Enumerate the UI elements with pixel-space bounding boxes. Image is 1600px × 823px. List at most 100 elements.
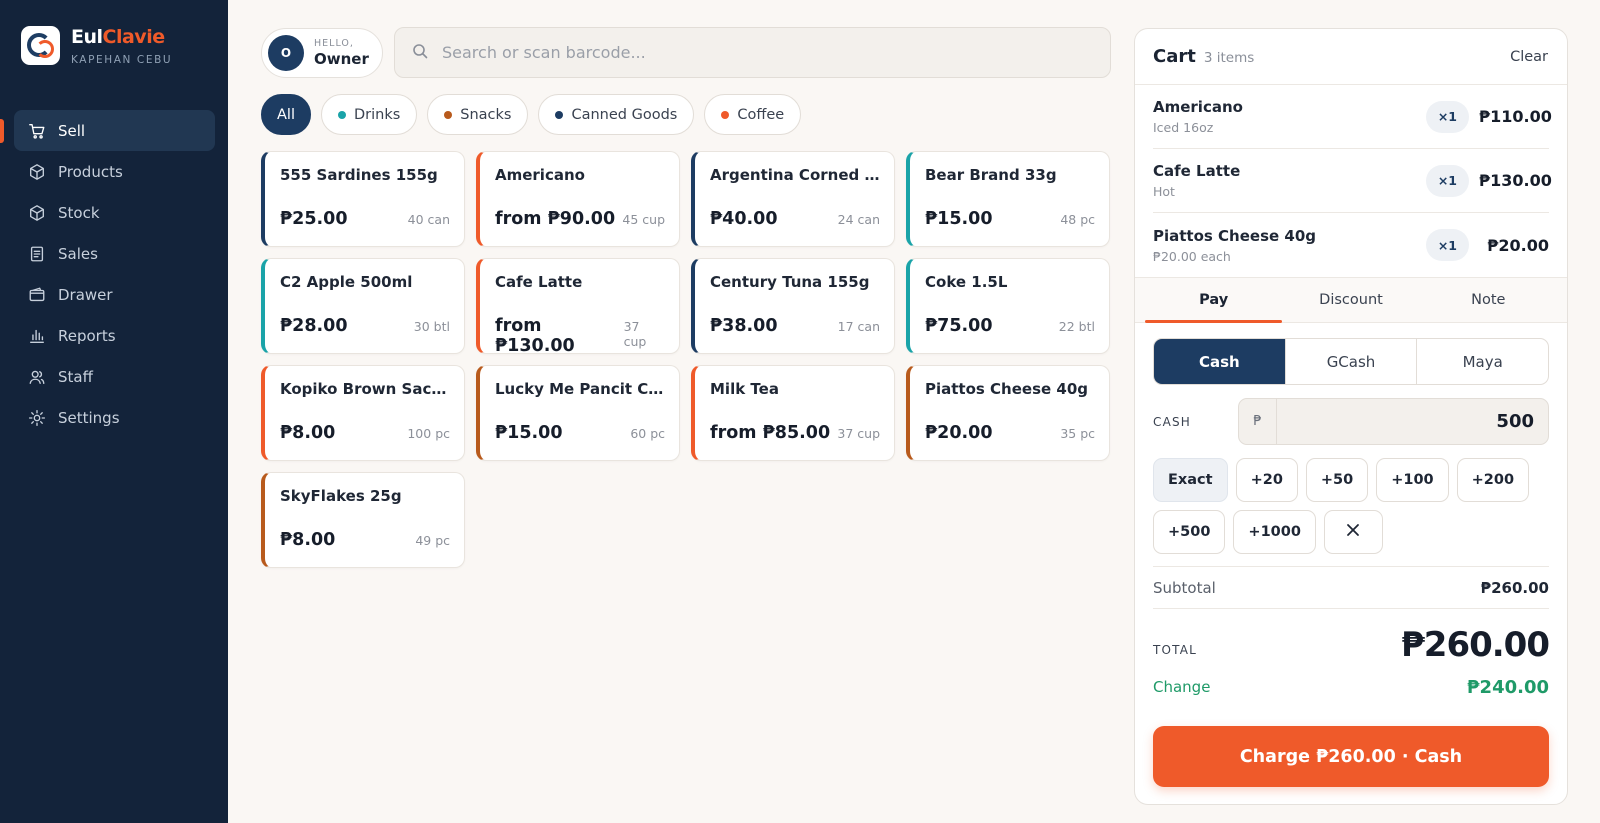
sidebar-item-sales[interactable]: Sales (14, 233, 215, 274)
product-card[interactable]: Americano from ₱90.00 45 cup (476, 151, 680, 247)
product-card[interactable]: Lucky Me Pancit Can... ₱15.00 60 pc (476, 365, 680, 461)
tab-discount[interactable]: Discount (1282, 278, 1419, 322)
cart-line-qty[interactable]: ×1 (1425, 229, 1469, 261)
product-stock: 17 can (837, 319, 880, 334)
product-stock: 30 btl (413, 319, 450, 334)
quick-amounts: Exact +20 +50 +100 +200 +500 +1000 (1153, 458, 1551, 554)
product-card[interactable]: Kopiko Brown Sachet ₱8.00 100 pc (261, 365, 465, 461)
cart-panel: Cart 3 items Clear Americano Iced 16oz ×1 ₱… (1134, 28, 1568, 805)
filter-chip-snacks[interactable]: Snacks (427, 94, 529, 135)
product-price: ₱20.00 (925, 423, 993, 443)
product-stock: 48 pc (1060, 212, 1095, 227)
sidebar-item-label: Products (58, 162, 123, 181)
brand-logo-icon (21, 26, 60, 65)
gear-icon (27, 408, 47, 428)
avatar: O (268, 35, 304, 71)
product-card[interactable]: Cafe Latte from ₱130.00 37 cup (476, 258, 680, 356)
product-name: Milk Tea (710, 380, 779, 398)
filter-chip-label: Canned Goods (571, 106, 678, 123)
cart-line[interactable]: Americano Iced 16oz ×1 ₱110.00 (1153, 85, 1552, 149)
product-price: ₱28.00 (280, 316, 348, 336)
product-name: Piattos Cheese 40g (925, 380, 1089, 398)
clear-amount-button[interactable] (1323, 510, 1383, 554)
product-name: 555 Sardines 155g (280, 166, 438, 184)
total-row: TOTAL ₱260.00 (1153, 609, 1550, 667)
cart-line-qty[interactable]: ×1 (1425, 164, 1469, 197)
charge-button[interactable]: Charge ₱260.00 · Cash (1153, 726, 1549, 787)
product-card[interactable]: Milk Tea from ₱85.00 37 cup (691, 365, 895, 461)
filter-chip-canned-goods[interactable]: Canned Goods (538, 94, 695, 135)
sidebar-nav: Sell Products Stock Sales Drawer Reports Staff… (14, 110, 215, 438)
sidebar-item-label: Stock (58, 203, 100, 222)
product-card[interactable]: Century Tuna 155g ₱38.00 17 can (691, 258, 895, 354)
quick-amount-button[interactable]: +50 (1305, 458, 1369, 502)
product-card[interactable]: Coke 1.5L ₱75.00 22 btl (906, 258, 1110, 354)
tab-pay[interactable]: Pay (1145, 278, 1283, 323)
search-bar[interactable] (394, 27, 1111, 78)
exact-amount-button[interactable]: Exact (1153, 458, 1228, 502)
filter-chip-drinks[interactable]: Drinks (320, 94, 418, 135)
cart-item-count: 3 items (1203, 50, 1255, 66)
clear-cart-button[interactable]: Clear (1510, 49, 1548, 65)
product-card[interactable]: Piattos Cheese 40g ₱20.00 35 pc (906, 365, 1110, 461)
sidebar-item-reports[interactable]: Reports (14, 315, 215, 356)
product-stock: 45 cup (622, 212, 665, 227)
cart-tabs: Pay Discount Note (1135, 277, 1567, 323)
filter-chip-coffee[interactable]: Coffee (704, 94, 802, 135)
product-price: ₱40.00 (710, 209, 778, 229)
bar-chart-icon (27, 326, 47, 346)
wallet-icon (27, 285, 47, 305)
sidebar-item-sell[interactable]: Sell (14, 110, 215, 151)
product-name: Coke 1.5L (925, 273, 1008, 291)
product-card[interactable]: 555 Sardines 155g ₱25.00 40 can (261, 151, 465, 247)
quick-amount-button[interactable]: +1000 (1233, 510, 1316, 554)
cash-row: CASH ₱ (1153, 398, 1549, 445)
payment-method-cash[interactable]: Cash (1154, 339, 1286, 384)
product-name: C2 Apple 500ml (280, 273, 413, 291)
payment-methods: Cash GCash Maya (1153, 338, 1549, 385)
payment-method-gcash[interactable]: GCash (1286, 339, 1418, 384)
quick-amount-button[interactable]: +100 (1376, 458, 1449, 502)
sidebar-item-settings[interactable]: Settings (14, 397, 215, 438)
payment-method-maya[interactable]: Maya (1417, 339, 1548, 384)
product-name: Bear Brand 33g (925, 166, 1057, 184)
change-label: Change (1153, 678, 1211, 696)
cart-line-qty[interactable]: ×1 (1425, 100, 1469, 133)
category-dot-icon (337, 110, 346, 119)
box-icon (27, 162, 47, 182)
cash-input-box[interactable]: ₱ (1238, 398, 1549, 445)
quick-amount-button[interactable]: +20 (1235, 458, 1298, 502)
sidebar-item-stock[interactable]: Stock (14, 192, 215, 233)
product-stock: 40 can (407, 212, 450, 227)
sidebar-item-products[interactable]: Products (14, 151, 215, 192)
brand-name: EulClavie (71, 26, 165, 48)
quick-amount-button[interactable]: +200 (1456, 458, 1530, 502)
product-price: ₱75.00 (925, 316, 993, 336)
sidebar-item-drawer[interactable]: Drawer (14, 274, 215, 315)
subtotal-value: ₱260.00 (1480, 578, 1549, 597)
search-input[interactable] (442, 43, 1082, 62)
cash-input[interactable] (1277, 411, 1548, 432)
sidebar-item-staff[interactable]: Staff (14, 356, 215, 397)
filter-chip-all[interactable]: All (261, 94, 311, 135)
user-name: Owner (314, 50, 369, 68)
user-greeting[interactable]: O HELLO, Owner (261, 28, 383, 78)
product-card[interactable]: Bear Brand 33g ₱15.00 48 pc (906, 151, 1110, 247)
product-card[interactable]: SkyFlakes 25g ₱8.00 49 pc (261, 472, 465, 568)
cart-line[interactable]: Cafe Latte Hot ×1 ₱130.00 (1153, 149, 1552, 213)
change-value: ₱240.00 (1467, 676, 1549, 698)
close-icon (1346, 523, 1360, 541)
cart-line[interactable]: Piattos Cheese 40g ₱20.00 each ×1 ₱20.00 (1153, 213, 1549, 277)
total-value: ₱260.00 (1401, 625, 1550, 665)
tab-note[interactable]: Note (1420, 278, 1557, 322)
product-stock: 22 btl (1058, 319, 1095, 334)
product-card[interactable]: Argentina Corned Be... ₱40.00 24 can (691, 151, 895, 247)
cart-line-detail: Iced 16oz (1153, 120, 1214, 135)
sidebar-item-label: Staff (58, 367, 93, 386)
product-name: Kopiko Brown Sachet (280, 380, 450, 398)
product-card[interactable]: C2 Apple 500ml ₱28.00 30 btl (261, 258, 465, 354)
cart-line-name: Cafe Latte (1153, 162, 1241, 180)
quick-amount-button[interactable]: +500 (1153, 510, 1226, 554)
product-price: from ₱130.00 (495, 316, 575, 356)
cart-summary: Subtotal ₱260.00 TOTAL ₱260.00 Change ₱2… (1153, 566, 1550, 707)
